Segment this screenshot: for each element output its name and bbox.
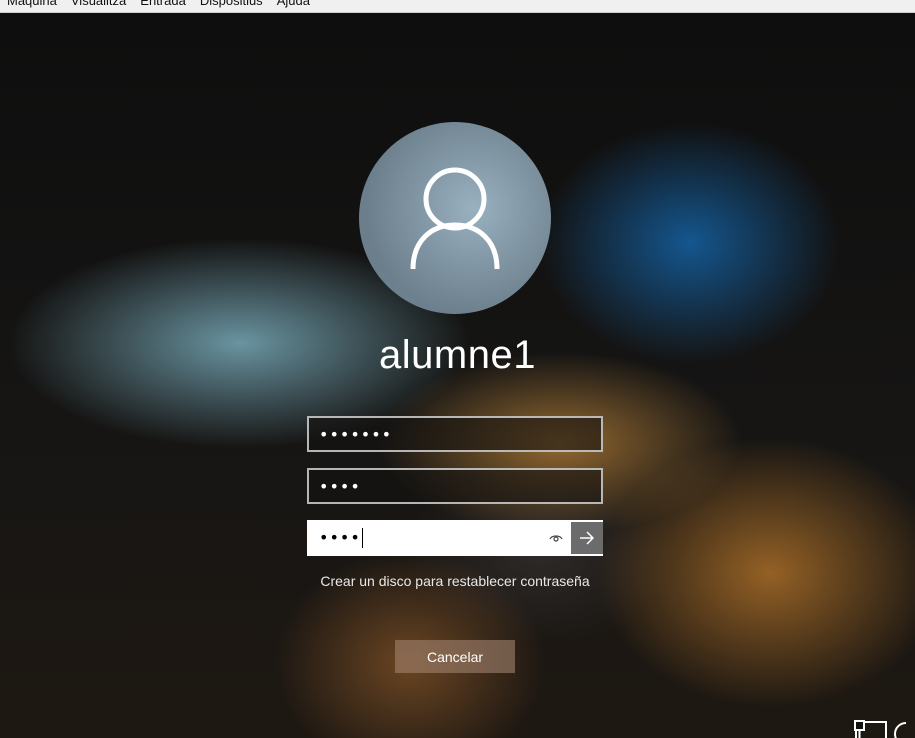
menu-item-dispositius[interactable]: Dispositius — [200, 0, 263, 9]
eye-icon[interactable] — [541, 522, 571, 554]
user-icon — [410, 167, 500, 270]
menu-item-visualitza[interactable]: Visualitza — [71, 0, 126, 9]
network-icon[interactable] — [853, 719, 889, 738]
password-field-new[interactable]: •••• — [307, 468, 603, 504]
password-field-current[interactable]: ••••••• — [307, 416, 603, 452]
arrow-right-icon — [580, 531, 595, 545]
submit-button[interactable] — [571, 522, 603, 554]
username-label: alumne1 — [379, 333, 536, 377]
cancel-button[interactable]: Cancelar — [395, 640, 515, 673]
password-field-confirm[interactable]: •••• — [307, 520, 603, 556]
password-mask-current: ••••••• — [319, 424, 393, 444]
menu-item-maquina[interactable]: Màquina — [7, 0, 57, 9]
menu-item-entrada[interactable]: Entrada — [140, 0, 186, 9]
password-mask-new: •••• — [319, 476, 361, 496]
power-icon[interactable] — [886, 719, 915, 738]
user-avatar — [359, 122, 551, 314]
reset-password-disk-link[interactable]: Crear un disco para restablecer contrase… — [0, 573, 910, 589]
password-mask-confirm: •••• — [319, 527, 363, 549]
menu-item-ajuda[interactable]: Ajuda — [277, 0, 310, 9]
vm-menubar: Màquina Visualitza Entrada Dispositius A… — [0, 0, 915, 13]
